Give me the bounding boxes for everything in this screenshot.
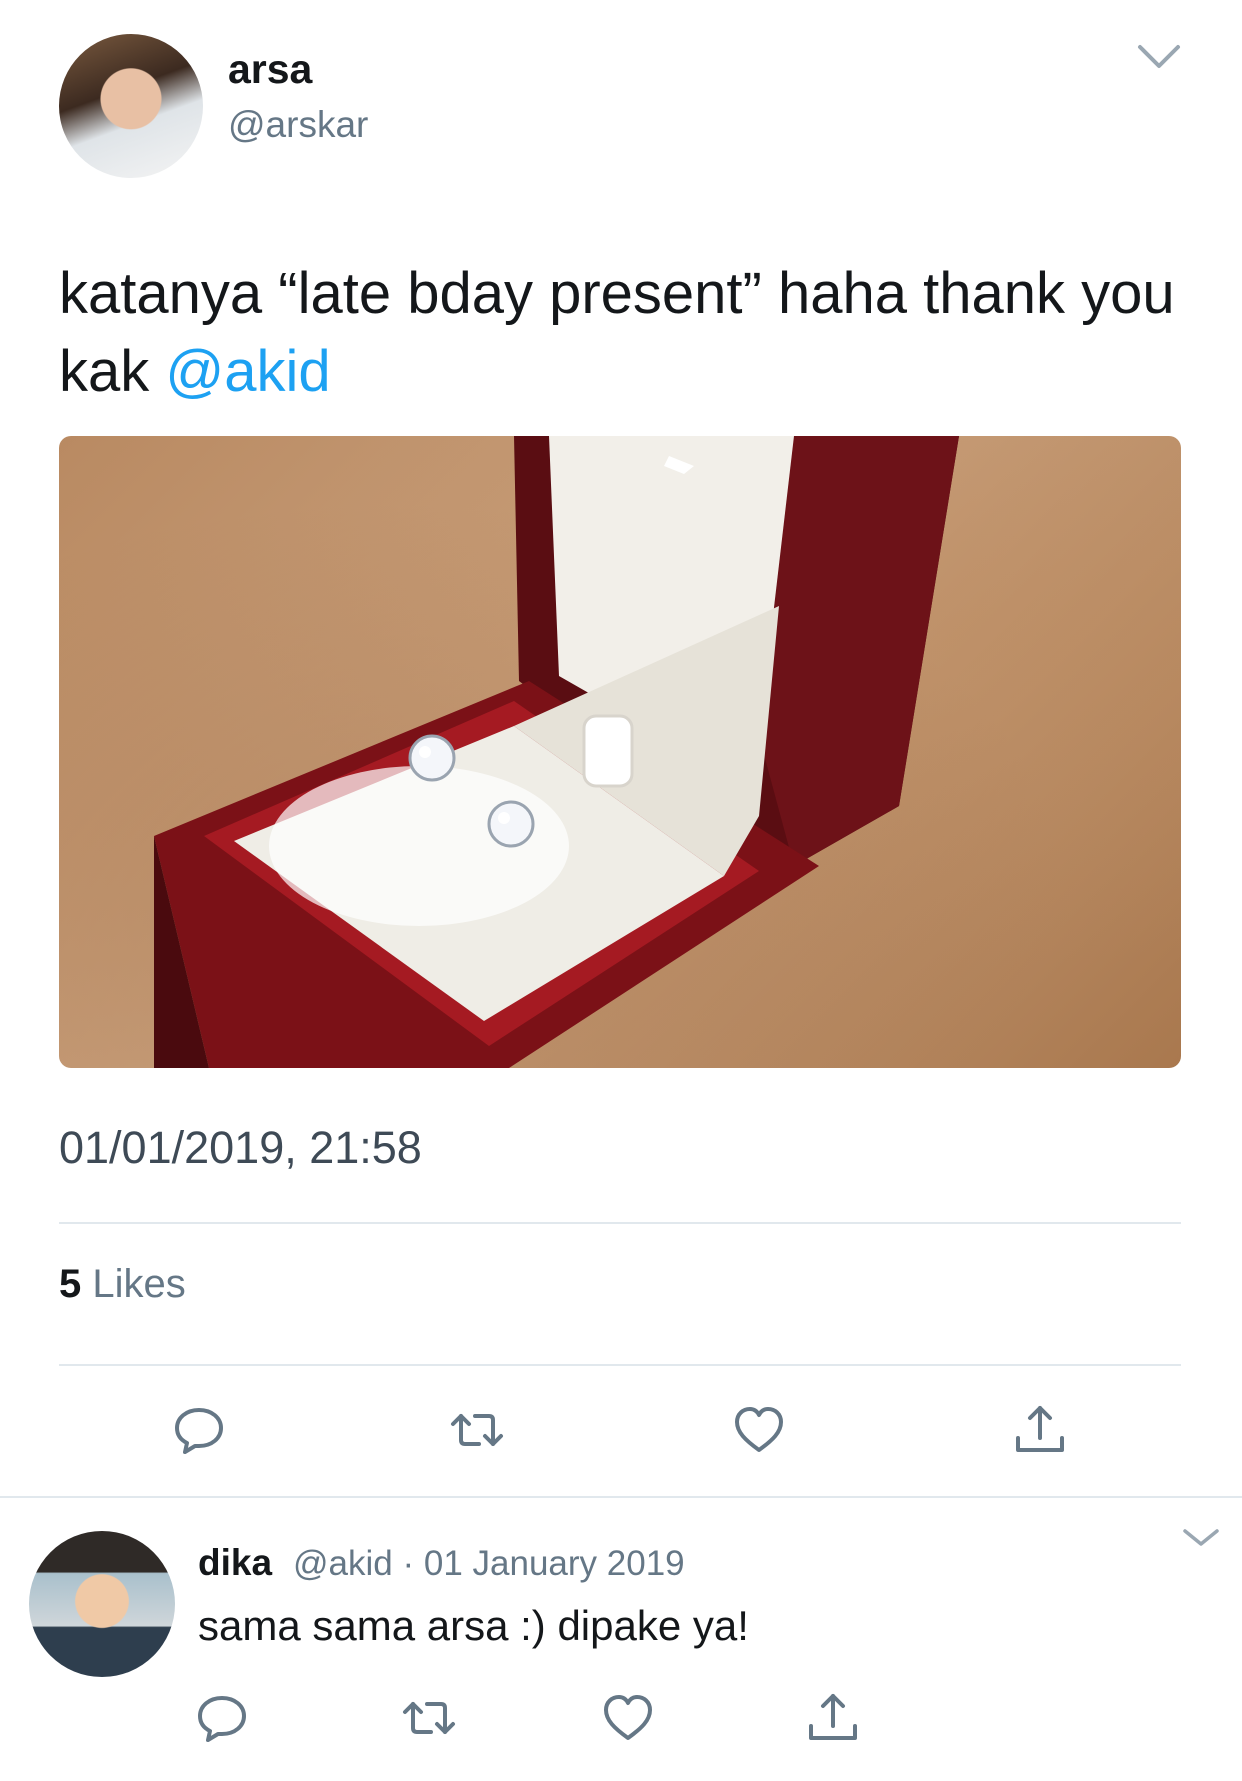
author-handle[interactable]: @arskar	[228, 104, 368, 146]
chevron-down-icon[interactable]	[1137, 42, 1181, 72]
reply-author-display-name[interactable]: dika	[198, 1542, 272, 1584]
likes-count: 5	[59, 1262, 82, 1306]
retweet-icon[interactable]	[449, 1402, 505, 1458]
meta-separator: ·	[402, 1544, 415, 1583]
divider	[59, 1222, 1181, 1224]
earring-box-illustration	[154, 436, 959, 1068]
reply-text: sama sama arsa :) dipake ya!	[198, 1602, 749, 1649]
reply-icon[interactable]	[171, 1402, 227, 1458]
likes-summary[interactable]: 5 Likes	[59, 1262, 186, 1307]
author-display-name[interactable]: arsa	[228, 46, 312, 93]
share-icon[interactable]	[805, 1690, 861, 1746]
retweet-icon[interactable]	[401, 1690, 457, 1746]
mention-link[interactable]: @akid	[165, 339, 330, 404]
tweet-photo[interactable]	[59, 436, 1181, 1068]
reply-meta: @akid · 01 January 2019	[293, 1544, 685, 1584]
reply-icon[interactable]	[194, 1690, 250, 1746]
divider	[0, 1496, 1242, 1498]
tweet-text: katanya “late bday present” haha thank y…	[59, 255, 1189, 411]
author-avatar[interactable]	[59, 34, 203, 178]
reply-author-avatar[interactable]	[29, 1531, 175, 1677]
share-icon[interactable]	[1012, 1402, 1068, 1458]
like-icon[interactable]	[731, 1402, 787, 1458]
chevron-down-icon[interactable]	[1182, 1527, 1220, 1549]
reply-date[interactable]: 01 January 2019	[424, 1544, 685, 1583]
tweet-timestamp[interactable]: 01/01/2019, 21:58	[59, 1122, 422, 1174]
reply-author-handle[interactable]: @akid	[293, 1544, 393, 1583]
divider	[59, 1364, 1181, 1366]
likes-label: Likes	[92, 1262, 186, 1306]
like-icon[interactable]	[600, 1690, 656, 1746]
